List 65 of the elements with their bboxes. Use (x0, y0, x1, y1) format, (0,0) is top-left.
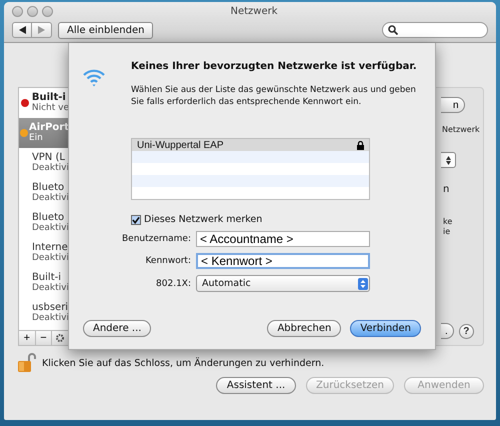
service-status: Deaktivi (32, 283, 69, 294)
show-all-button[interactable]: Alle einblenden (58, 22, 154, 38)
stepper-icon (446, 156, 450, 164)
gear-icon (56, 334, 64, 342)
field-label: Benutzername: (120, 234, 191, 244)
lock-hint: Klicken Sie auf das Schloss, um Änderungen zu verhindern. (42, 358, 324, 368)
window-title: Netzwerk (230, 6, 278, 17)
panel-text: ie (443, 227, 452, 237)
panel-text: n (443, 184, 450, 195)
list-button[interactable]: − (36, 331, 52, 345)
service-status: Deaktivi (32, 163, 69, 174)
sidebar-item[interactable]: Built-i Deaktivi (19, 268, 69, 298)
button[interactable]: Verbinden (350, 320, 421, 337)
button[interactable]: Abbrechen (267, 320, 342, 337)
sidebar-item[interactable]: usbseri Deaktivi (19, 298, 69, 328)
panel-text: Netzwerk (442, 125, 480, 134)
checkmark-icon (132, 216, 140, 224)
service-status: Deaktivi (32, 223, 69, 234)
wifi-icon (83, 69, 105, 87)
other-button[interactable]: Andere ... (83, 320, 152, 337)
back-button[interactable] (12, 22, 32, 38)
search-icon (388, 25, 398, 35)
sidebar-item[interactable]: VPN (L Deaktivi (19, 148, 69, 178)
service-status: Ein (28, 133, 44, 144)
service-status: Deaktivi (32, 253, 69, 264)
service-name: usbseri (32, 302, 69, 313)
service-name: Built-i (32, 272, 62, 283)
network-name: Uni-Wuppertal EAP (137, 140, 224, 150)
service-status: Deaktivi (32, 193, 69, 204)
button[interactable]: . (441, 323, 454, 339)
dialog-title: Keines Ihrer bevorzugten Netzwerke ist verfügbar. (131, 61, 418, 72)
help-button[interactable]: ? (458, 324, 474, 338)
service-name: Built-i (32, 92, 67, 103)
field-label: Kennwort: (144, 256, 191, 266)
popup-menu[interactable] (441, 152, 456, 168)
sidebar-item[interactable]: Blueto Deaktivi (19, 208, 69, 238)
input-field[interactable]: < Kennwort > (196, 253, 370, 269)
stepper-icon (358, 278, 368, 290)
dropdown[interactable]: Automatic (196, 275, 370, 292)
window-control-button[interactable] (42, 6, 53, 17)
service-name: Interne (32, 242, 69, 253)
window-control-button[interactable] (12, 6, 23, 17)
service-name: Blueto (32, 182, 66, 193)
padlock-icon (18, 353, 36, 373)
service-name: AirPort (28, 122, 69, 133)
window-control-button[interactable] (27, 6, 38, 17)
search-field[interactable] (382, 22, 488, 38)
button[interactable]: n (441, 97, 465, 113)
forward-icon (38, 26, 45, 34)
service-name: Blueto (32, 212, 66, 223)
network-row[interactable]: Uni-Wuppertal EAP (132, 139, 369, 151)
sidebar-item[interactable]: AirPort Ein (19, 118, 69, 148)
field-label: 802.1X: (155, 278, 191, 288)
panel-text: ke (443, 217, 452, 227)
sidebar-item[interactable]: Blueto Deaktivi (19, 178, 69, 208)
checkbox-label: Dieses Netzwerk merken (144, 214, 262, 225)
list-button[interactable]: + (19, 331, 36, 345)
sidebar-item[interactable]: Interne Deaktivi (19, 238, 69, 268)
checkbox[interactable] (131, 214, 141, 224)
button[interactable]: Assistent ... (216, 377, 296, 394)
dialog-message: Wählen Sie aus der Liste das gewünschte Netzwerk aus und geben Sie falls erforderlich das entsprechende Kennwort ein. (131, 84, 417, 108)
back-icon (18, 26, 26, 34)
service-status: Deaktivi (32, 313, 69, 324)
service-name: VPN (L (32, 152, 66, 163)
input-field[interactable]: < Accountname > (196, 231, 370, 247)
